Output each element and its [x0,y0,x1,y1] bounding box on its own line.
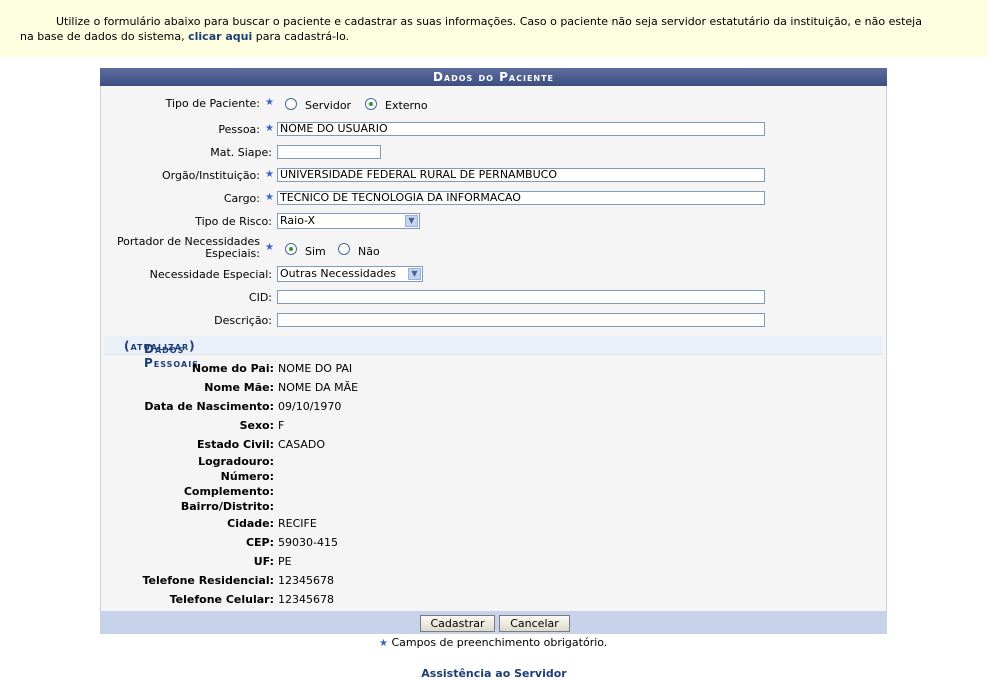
field-value: 12345678 [278,574,334,587]
pessoa-label: Pessoa: [218,123,260,136]
field-label: Telefone Celular: [169,593,274,606]
nao-radio-label: Não [358,245,380,258]
cargo-input[interactable]: TECNICO DE TECNOLOGIA DA INFORMACAO [277,191,765,205]
panel-title: Dados do Paciente [100,68,887,86]
chevron-down-icon: ▼ [408,268,421,280]
field-value: PE [278,555,292,568]
field-value: CASADO [278,438,326,451]
nao-radio[interactable] [338,243,350,255]
field-value: RECIFE [278,517,317,530]
required-note: ★ Campos de preenchimento obrigatório. [379,636,607,649]
tipo-paciente-label: Tipo de Paciente: [165,97,260,110]
externo-radio[interactable] [365,98,377,110]
cid-label: CID: [248,291,272,304]
field-label: Bairro/Distrito: [180,500,274,513]
field-value: 12345678 [278,593,334,606]
cancelar-button[interactable]: Cancelar [499,615,570,632]
field-value: 59030-415 [278,536,338,549]
field-label: Número: [220,470,274,483]
field-label: Estado Civil: [197,438,274,451]
required-star-icon: ★ [379,638,388,649]
instructions-text-2: na base de dados do sistema, [20,30,185,43]
field-label: Telefone Residencial: [142,574,275,587]
required-star-icon: ★ [265,123,274,134]
field-value: NOME DA MÃE [278,381,359,394]
orgao-label: Orgão/Instituição: [161,169,260,182]
field-label: Data de Nascimento: [144,400,274,413]
required-note-text: Campos de preenchimento obrigatório. [391,636,608,649]
externo-radio-label: Externo [385,99,428,112]
sim-radio[interactable] [285,243,297,255]
cargo-label: Cargo: [223,192,260,205]
required-star-icon: ★ [265,192,274,203]
instructions-text: Utilize o formulário abaixo para buscar … [56,15,922,28]
necessidade-value: Outras Necessidades [280,267,396,280]
field-label: Complemento: [183,485,274,498]
portador-label-line2: Especiais: [205,247,260,260]
necessidade-select[interactable]: Outras Necessidades ▼ [277,266,423,282]
necessidade-label: Necessidade Especial: [149,268,272,281]
field-label: Cidade: [227,517,274,530]
field-label: Nome do Pai: [191,362,274,375]
back-link[interactable]: Assistência ao Servidor [0,667,988,680]
field-label: Sexo: [239,419,274,432]
field-label: Logradouro: [198,455,274,468]
required-star-icon: ★ [265,242,274,253]
instructions-text-3: para cadastrá-lo. [255,30,350,43]
required-star-icon: ★ [265,97,274,108]
tipo-risco-select[interactable]: Raio-X ▼ [277,213,420,229]
servidor-radio-label: Servidor [305,99,352,112]
required-star-icon: ★ [265,169,274,180]
field-label: UF: [253,555,274,568]
tipo-risco-label: Tipo de Risco: [195,215,272,228]
chevron-down-icon: ▼ [405,215,418,227]
descricao-label: Descrição: [214,314,272,327]
field-value: NOME DO PAI [278,362,353,375]
field-label: CEP: [245,536,274,549]
dados-pessoais-header: Dados Pessoais (atualizar) [104,336,883,370]
tipo-risco-value: Raio-X [280,214,316,227]
sim-radio-label: Sim [305,245,326,258]
register-link[interactable]: clicar aqui [188,30,252,43]
field-value: F [278,419,285,432]
field-value: 09/10/1970 [278,400,342,413]
orgao-input[interactable]: UNIVERSIDADE FEDERAL RURAL DE PERNAMBUCO [277,168,765,182]
mat-siape-label: Mat. Siape: [210,146,272,159]
portador-label: Portador de Necessidades Especiais: [117,236,260,260]
cadastrar-button[interactable]: Cadastrar [420,615,495,632]
field-label: Nome Mãe: [204,381,274,394]
descricao-input[interactable] [277,313,765,327]
mat-siape-input[interactable] [277,145,381,159]
servidor-radio[interactable] [285,98,297,110]
cid-input[interactable] [277,290,765,304]
instructions-box: Utilize o formulário abaixo para buscar … [0,0,988,57]
pessoa-input[interactable]: NOME DO USUÁRIO [277,122,765,136]
